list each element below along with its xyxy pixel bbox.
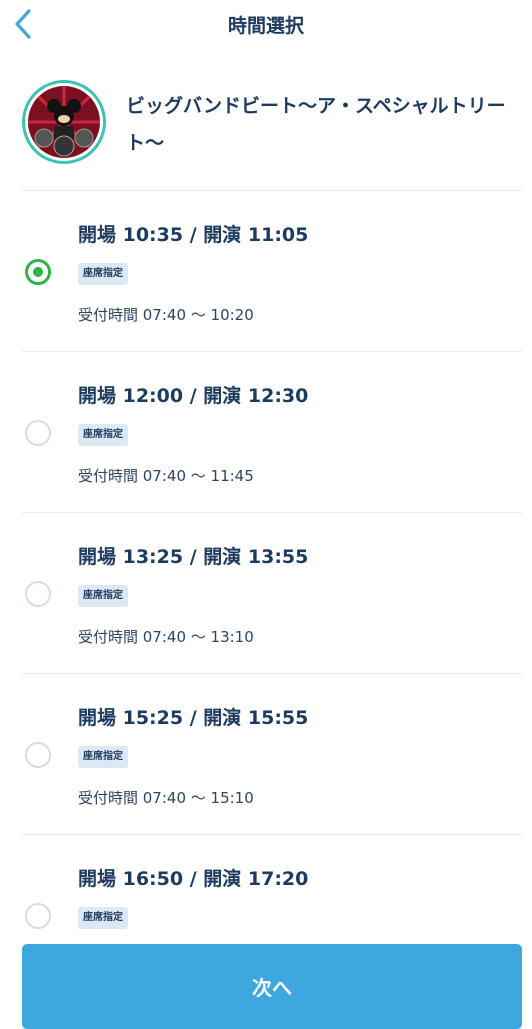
time-slot-1[interactable]: 開場 10:35 / 開演 11:05 座席指定 受付時間 07:40 〜 10… <box>22 191 522 351</box>
next-button[interactable]: 次へ <box>22 944 522 1029</box>
seat-badge: 座席指定 <box>78 907 128 929</box>
radio-button[interactable] <box>25 581 51 607</box>
show-info: ビッグバンドビート〜ア・スペシャルトリート〜 <box>22 80 522 190</box>
reception-time: 受付時間 07:40 〜 13:10 <box>78 628 254 646</box>
reception-time: 受付時間 07:40 〜 10:20 <box>78 306 254 324</box>
slot-time: 開場 16:50 / 開演 17:20 <box>78 868 309 890</box>
slot-time: 開場 10:35 / 開演 11:05 <box>78 224 309 246</box>
seat-badge: 座席指定 <box>78 746 128 768</box>
slot-time: 開場 15:25 / 開演 15:55 <box>78 707 309 729</box>
seat-badge: 座席指定 <box>78 585 128 607</box>
seat-badge: 座席指定 <box>78 263 128 285</box>
show-image <box>28 86 100 158</box>
page-title: 時間選択 <box>227 15 304 37</box>
reception-time: 受付時間 07:40 〜 11:45 <box>78 467 254 485</box>
time-slot-4[interactable]: 開場 15:25 / 開演 15:55 座席指定 受付時間 07:40 〜 15… <box>22 674 522 834</box>
time-slot-2[interactable]: 開場 12:00 / 開演 12:30 座席指定 受付時間 07:40 〜 11… <box>22 352 522 512</box>
time-slot-5[interactable]: 開場 16:50 / 開演 17:20 座席指定 <box>22 835 522 944</box>
slot-time: 開場 13:25 / 開演 13:55 <box>78 546 309 568</box>
radio-button-selected[interactable] <box>25 259 51 285</box>
seat-badge: 座席指定 <box>78 424 128 446</box>
show-thumbnail <box>22 80 106 164</box>
reception-time: 受付時間 07:40 〜 15:10 <box>78 789 254 807</box>
radio-button[interactable] <box>25 420 51 446</box>
radio-button[interactable] <box>25 742 51 768</box>
radio-button[interactable] <box>25 903 51 929</box>
show-title: ビッグバンドビート〜ア・スペシャルトリート〜 <box>126 95 506 154</box>
time-slot-3[interactable]: 開場 13:25 / 開演 13:55 座席指定 受付時間 07:40 〜 13… <box>22 513 522 673</box>
next-button-label: 次へ <box>252 976 292 1000</box>
header: 時間選択 <box>0 0 532 50</box>
slot-time: 開場 12:00 / 開演 12:30 <box>78 385 309 407</box>
